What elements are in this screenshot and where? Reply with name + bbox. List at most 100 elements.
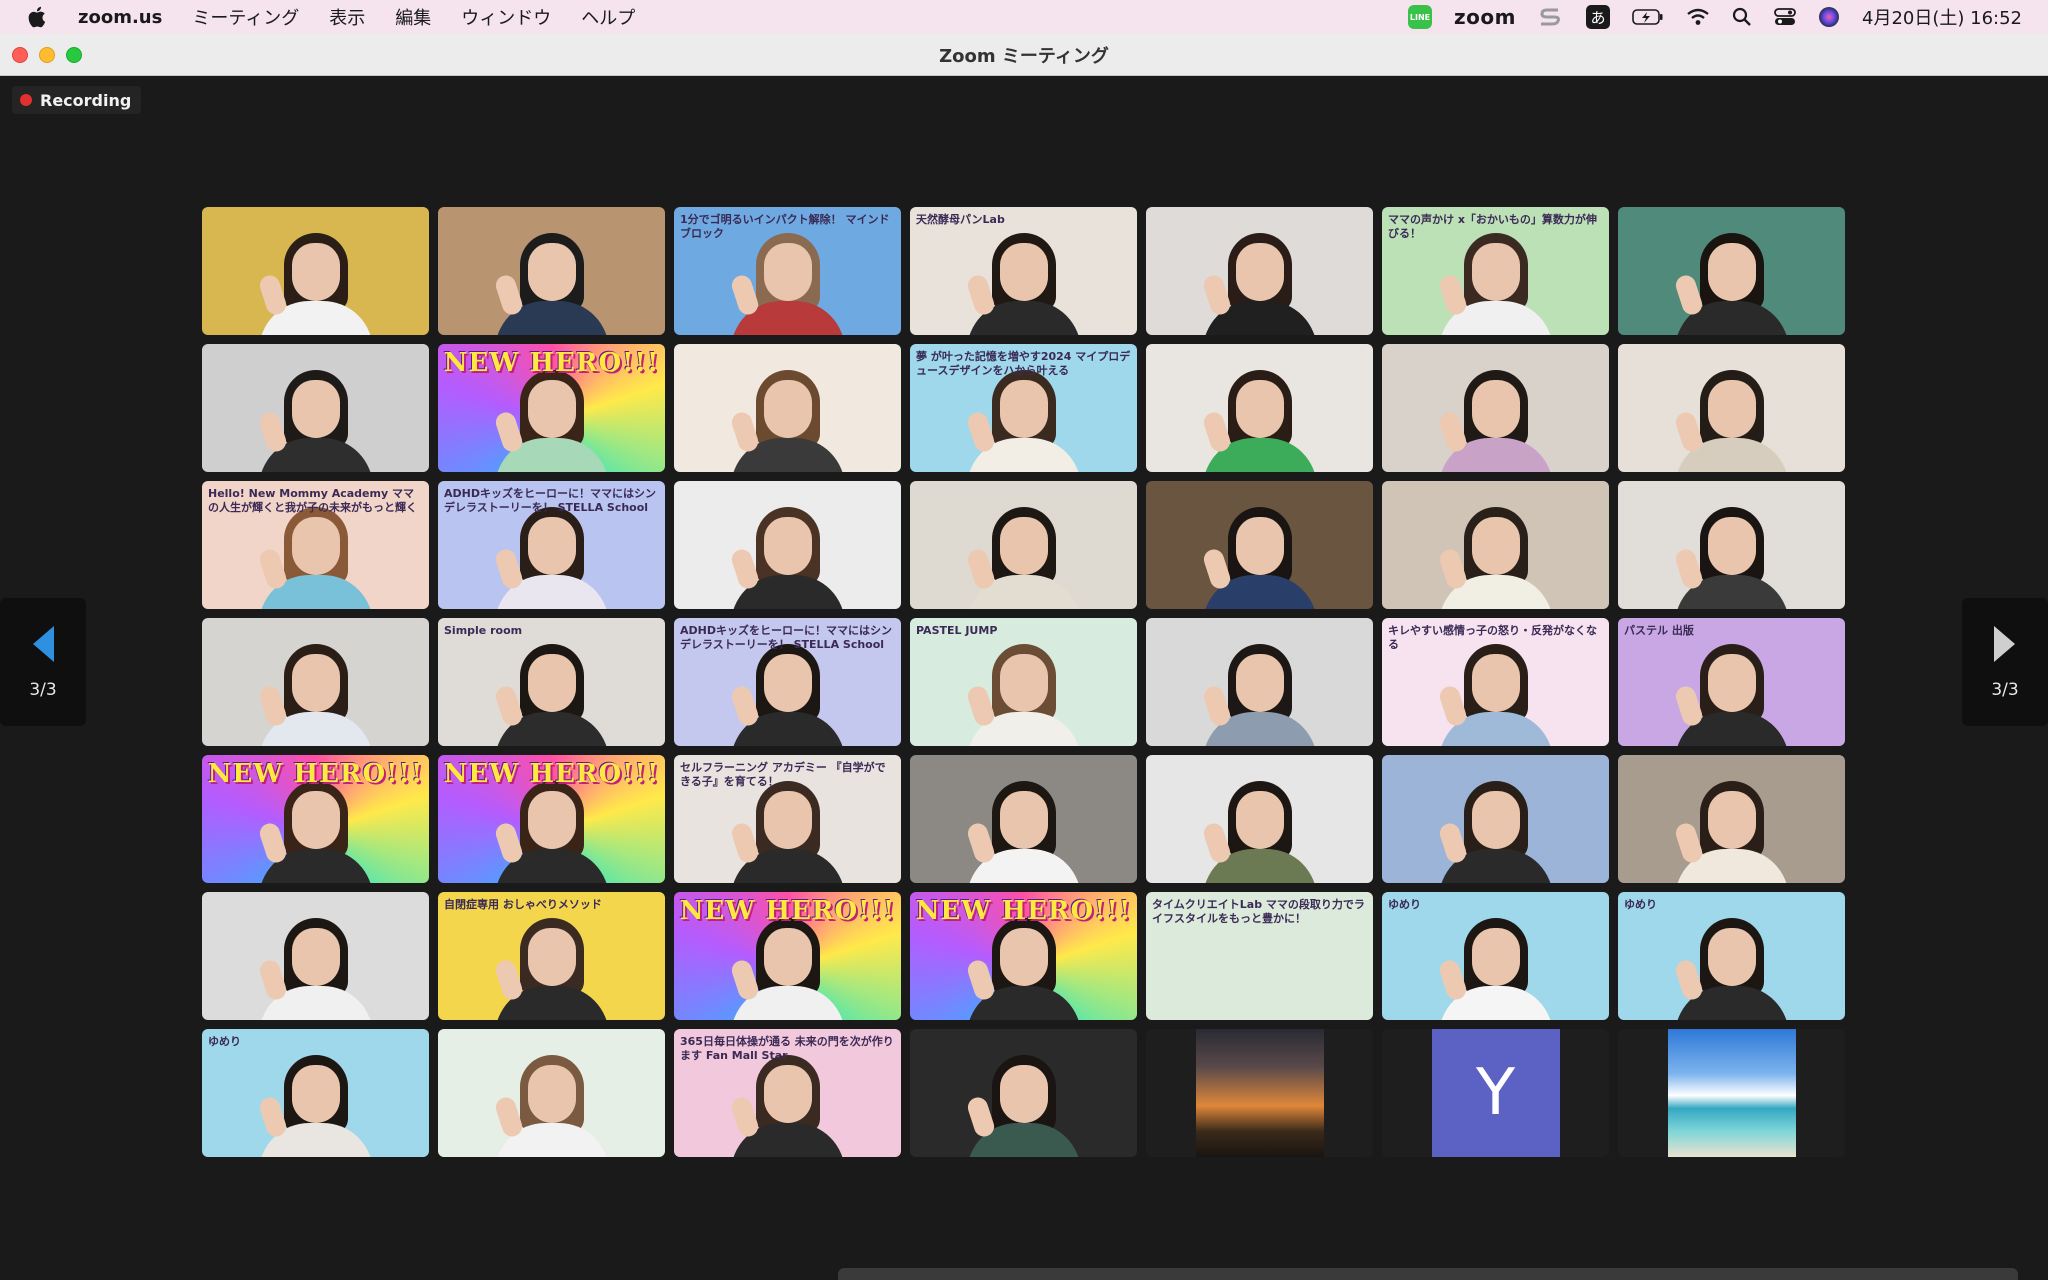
virtual-background-text: パステル 出版 — [1624, 624, 1694, 637]
participant-video-tile[interactable] — [202, 892, 429, 1020]
participant-video-tile[interactable]: NEW HERO!!! — [674, 892, 901, 1020]
participant-video-tile[interactable]: NEW HERO!!! — [910, 892, 1137, 1020]
apple-icon[interactable] — [28, 6, 58, 28]
participant-video-tile[interactable] — [1618, 207, 1845, 335]
participant-video-tile[interactable] — [674, 344, 901, 472]
menu-view[interactable]: 表示 — [329, 4, 365, 30]
menubar-clock[interactable]: 4月20日(土) 16:52 — [1862, 4, 2022, 30]
participant-video-tile[interactable] — [674, 481, 901, 609]
participant-video-tile[interactable]: NEW HERO!!! — [438, 344, 665, 472]
participant-video-tile[interactable] — [1146, 207, 1373, 335]
virtual-background-banner: NEW HERO!!! — [679, 896, 896, 926]
participant-video-tile[interactable]: PASTEL JUMP — [910, 618, 1137, 746]
menu-window[interactable]: ウィンドウ — [461, 4, 551, 30]
participant-figure — [1667, 215, 1797, 335]
participant-video-tile[interactable]: 夢 が叶った記憶を増やす2024 マイプロデュースデザインをハから叶える — [910, 344, 1137, 472]
window-title: Zoom ミーティング — [939, 45, 1109, 67]
next-page-button[interactable]: 3/3 — [1962, 598, 2048, 726]
wifi-icon[interactable] — [1686, 5, 1710, 29]
participant-video-tile[interactable] — [910, 755, 1137, 883]
participant-video-tile[interactable] — [1382, 481, 1609, 609]
participant-figure — [1431, 489, 1561, 609]
participant-video-tile[interactable] — [1618, 481, 1845, 609]
participant-video-tile[interactable] — [910, 481, 1137, 609]
menu-help[interactable]: ヘルプ — [581, 4, 635, 30]
participant-video-tile[interactable]: ゆめり — [1618, 892, 1845, 1020]
participant-profile-photo — [1195, 1029, 1324, 1157]
participant-figure — [251, 900, 381, 1020]
participant-video-tile[interactable] — [202, 344, 429, 472]
participant-video-tile[interactable] — [202, 207, 429, 335]
virtual-background-banner: NEW HERO!!! — [207, 759, 424, 789]
recording-indicator[interactable]: Recording — [12, 86, 142, 114]
siri-icon[interactable] — [1818, 5, 1840, 29]
close-window-button[interactable] — [12, 47, 28, 63]
virtual-background-text: 365日毎日体操が通る 未来の門を次が作ります Fan Mall Star — [680, 1035, 894, 1063]
participant-video-tile[interactable]: セルフラーニング アカデミー 『自学ができる子』を育てる！ — [674, 755, 901, 883]
line-status-icon[interactable]: LINE — [1408, 5, 1433, 29]
battery-icon[interactable] — [1632, 5, 1664, 29]
menu-edit[interactable]: 編集 — [395, 4, 431, 30]
participant-figure — [959, 626, 1089, 746]
next-page-indicator: 3/3 — [1991, 680, 2019, 700]
participant-video-tile[interactable] — [1382, 755, 1609, 883]
recording-label: Recording — [40, 90, 132, 110]
participant-video-tile[interactable] — [1146, 1029, 1373, 1157]
virtual-background-text: PASTEL JUMP — [916, 624, 998, 637]
participant-figure — [251, 215, 381, 335]
zoom-status-icon[interactable]: zoom — [1454, 5, 1516, 29]
s-logo-icon[interactable] — [1538, 5, 1564, 29]
app-menu-zoom[interactable]: zoom.us — [78, 7, 162, 28]
participant-video-tile[interactable]: タイムクリエイトLab ママの段取り力でライフスタイルをもっと豊かに！ — [1146, 892, 1373, 1020]
previous-page-button[interactable]: 3/3 — [0, 598, 86, 726]
participant-video-tile[interactable]: ママの声かけ x「おかいもの」算数力が伸びる！ — [1382, 207, 1609, 335]
menu-meeting[interactable]: ミーティング — [192, 4, 299, 30]
participant-figure — [1195, 763, 1325, 883]
participant-video-tile[interactable]: キレやすい感情っ子の怒り・反発がなくなる — [1382, 618, 1609, 746]
participant-figure — [251, 352, 381, 472]
participant-video-tile[interactable] — [1382, 344, 1609, 472]
menu-bar: zoom.us ミーティング 表示 編集 ウィンドウ ヘルプ LINE zoom… — [0, 0, 2048, 34]
participant-video-tile[interactable] — [1618, 1029, 1845, 1157]
fullscreen-window-button[interactable] — [66, 47, 82, 63]
participant-figure — [1431, 900, 1561, 1020]
virtual-background-text: 1分でゴ明るいインパクト解除！ マインドブロック — [680, 213, 890, 241]
participant-video-tile[interactable] — [438, 207, 665, 335]
participant-figure — [959, 763, 1089, 883]
participant-video-tile[interactable]: 365日毎日体操が通る 未来の門を次が作ります Fan Mall Star — [674, 1029, 901, 1157]
participant-video-tile[interactable] — [1146, 481, 1373, 609]
virtual-background-text: タイムクリエイトLab ママの段取り力でライフスタイルをもっと豊かに！ — [1152, 898, 1365, 926]
participant-video-tile[interactable]: NEW HERO!!! — [438, 755, 665, 883]
participant-video-tile[interactable] — [1146, 618, 1373, 746]
spotlight-search-icon[interactable] — [1732, 5, 1752, 29]
participant-video-tile[interactable] — [1146, 755, 1373, 883]
participant-video-tile[interactable] — [202, 618, 429, 746]
participant-figure — [1431, 763, 1561, 883]
previous-page-indicator: 3/3 — [29, 680, 57, 700]
virtual-background-text: 自閉症専用 おしゃべりメソッド — [444, 898, 602, 911]
participant-video-tile[interactable]: ゆめり — [202, 1029, 429, 1157]
minimize-window-button[interactable] — [39, 47, 55, 63]
participant-figure — [723, 489, 853, 609]
participant-video-tile[interactable]: Hello! New Mommy Academy ママの人生が輝くと我が子の未来… — [202, 481, 429, 609]
participant-video-tile[interactable]: ADHDキッズをヒーローに！ママにはシンデレラストーリーを！ STELLA Sc… — [674, 618, 901, 746]
participant-video-tile[interactable] — [1146, 344, 1373, 472]
participant-figure — [1667, 352, 1797, 472]
participant-video-tile[interactable] — [438, 1029, 665, 1157]
participant-video-tile[interactable]: NEW HERO!!! — [202, 755, 429, 883]
participant-video-tile[interactable] — [1618, 755, 1845, 883]
input-method-icon[interactable]: あ — [1586, 5, 1610, 29]
participant-video-tile[interactable]: ADHDキッズをヒーローに！ママにはシンデレラストーリーを！ STELLA Sc… — [438, 481, 665, 609]
participant-video-tile[interactable]: ゆめり — [1382, 892, 1609, 1020]
control-center-icon[interactable] — [1774, 5, 1796, 29]
participant-video-tile[interactable]: Y — [1382, 1029, 1609, 1157]
participant-video-tile[interactable]: パステル 出版 — [1618, 618, 1845, 746]
participant-video-tile[interactable]: 自閉症専用 おしゃべりメソッド — [438, 892, 665, 1020]
participant-video-tile[interactable]: 1分でゴ明るいインパクト解除！ マインドブロック — [674, 207, 901, 335]
participant-video-tile[interactable] — [1618, 344, 1845, 472]
participant-figure — [959, 215, 1089, 335]
participant-figure — [1667, 626, 1797, 746]
participant-video-tile[interactable]: 天然酵母パンLab — [910, 207, 1137, 335]
participant-video-tile[interactable] — [910, 1029, 1137, 1157]
participant-video-tile[interactable]: Simple room — [438, 618, 665, 746]
